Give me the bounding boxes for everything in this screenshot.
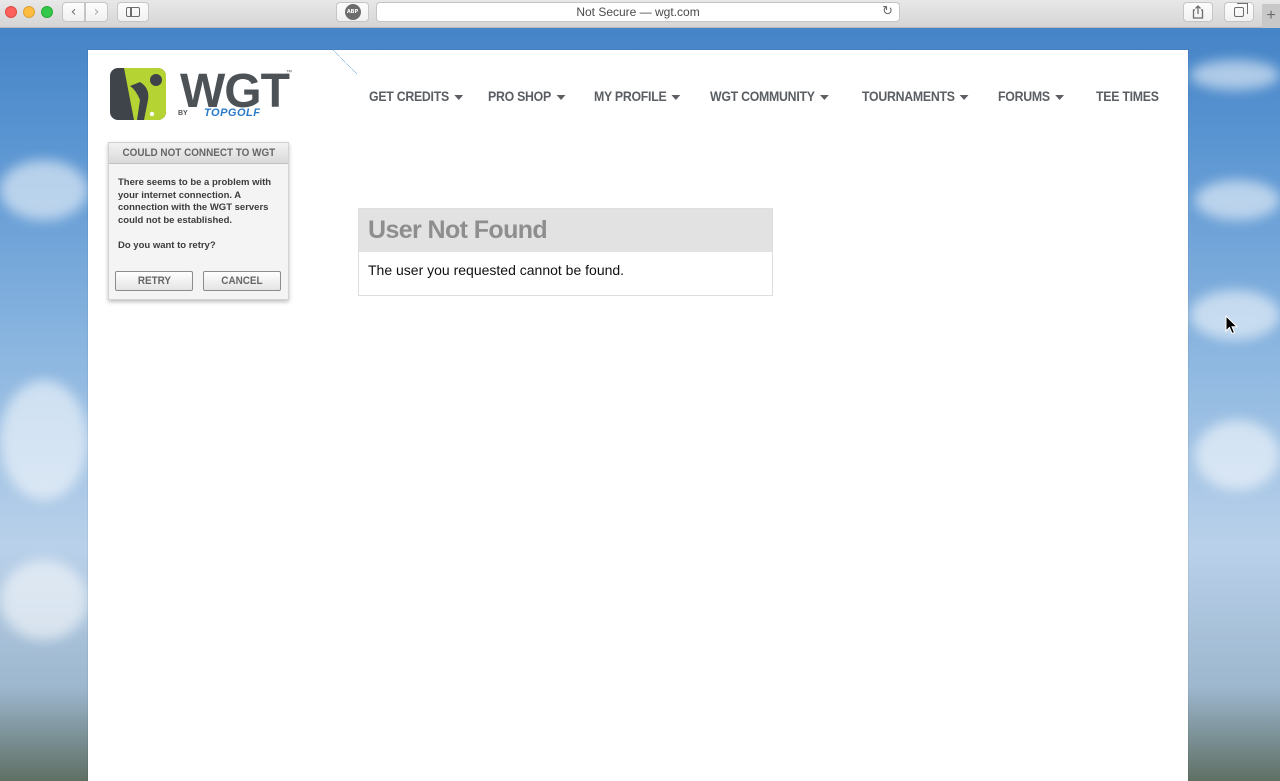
dialog-title: COULD NOT CONNECT TO WGT [122, 147, 275, 159]
tabs-icon [1234, 3, 1248, 17]
nav-forums[interactable]: FORUMS [998, 88, 1064, 104]
sidebar-toggle-button[interactable] [117, 2, 149, 22]
forward-button[interactable]: › [85, 2, 108, 22]
connection-error-dialog: COULD NOT CONNECT TO WGT There seems to … [108, 142, 289, 300]
logo-by-text: BY [178, 110, 188, 117]
nav-label: TEE TIMES [1096, 88, 1159, 104]
user-not-found-panel: User Not Found The user you requested ca… [358, 208, 773, 296]
nav-label: PRO SHOP [488, 88, 551, 104]
caret-down-icon [671, 94, 681, 100]
cloud [1195, 180, 1280, 220]
wgt-logo[interactable]: WGT ™ BY TOPGOLF [110, 65, 292, 122]
nav-tournaments[interactable]: TOURNAMENTS [862, 88, 969, 104]
logo-trademark: ™ [286, 70, 292, 76]
dialog-question: Do you want to retry? [118, 240, 216, 252]
retry-label: RETRY [137, 275, 171, 287]
dialog-body: There seems to be a problem with your in… [109, 164, 288, 253]
caret-down-icon [819, 94, 829, 100]
caret-down-icon [1055, 94, 1064, 100]
adblock-button[interactable]: ABP [336, 2, 369, 22]
share-button[interactable] [1183, 2, 1213, 22]
caret-down-icon [454, 94, 464, 100]
address-text: Not Secure — wgt.com [576, 5, 700, 19]
close-window-icon[interactable] [5, 6, 17, 18]
page-corner-fold-top [332, 50, 358, 74]
nav-label: GET CREDITS [369, 88, 449, 104]
back-button[interactable]: ‹ [62, 2, 85, 22]
caret-down-icon [959, 94, 969, 100]
nav-tee-times[interactable]: TEE TIMES [1096, 88, 1159, 104]
fullscreen-window-icon[interactable] [41, 6, 53, 18]
nav-label: MY PROFILE [594, 88, 667, 104]
plus-icon: + [1266, 7, 1276, 24]
logo-partner-text: TOPGOLF [204, 107, 261, 119]
dialog-header: COULD NOT CONNECT TO WGT [109, 143, 288, 164]
address-bar[interactable]: Not Secure — wgt.com ↻ [376, 2, 900, 22]
nav-get-credits[interactable]: GET CREDITS [369, 88, 464, 104]
nav-pro-shop[interactable]: PRO SHOP [488, 88, 566, 104]
panel-header: User Not Found [359, 209, 772, 252]
retry-button[interactable]: RETRY [115, 271, 193, 291]
caret-down-icon [556, 94, 566, 100]
nav-wgt-community[interactable]: WGT COMMUNITY [710, 88, 829, 104]
panel-title: User Not Found [368, 216, 548, 244]
nav-my-profile[interactable]: MY PROFILE [594, 88, 681, 104]
mouse-cursor-icon [1225, 315, 1239, 335]
adblock-icon: ABP [344, 4, 361, 20]
reload-icon[interactable]: ↻ [882, 4, 893, 19]
chevron-left-icon: ‹ [70, 4, 77, 20]
share-icon [1192, 5, 1204, 19]
show-tabs-button[interactable] [1224, 2, 1254, 22]
cancel-label: CANCEL [221, 275, 263, 287]
dialog-message: There seems to be a problem with your in… [118, 177, 272, 226]
cloud [0, 560, 88, 640]
new-tab-button[interactable]: + [1262, 4, 1280, 28]
minimize-window-icon[interactable] [23, 6, 35, 18]
panel-message: The user you requested cannot be found. [368, 262, 625, 278]
nav-label: TOURNAMENTS [862, 88, 955, 104]
cloud [0, 380, 88, 500]
nav-label: WGT COMMUNITY [710, 88, 815, 104]
nav-label: FORUMS [998, 88, 1050, 104]
cloud [1195, 420, 1280, 490]
cloud [0, 160, 88, 220]
cancel-button[interactable]: CANCEL [203, 271, 281, 291]
sidebar-icon [126, 7, 140, 17]
golfer-logo-icon [110, 68, 166, 120]
chevron-right-icon: › [93, 4, 100, 20]
cloud [1190, 60, 1280, 90]
browser-toolbar: ‹ › ABP Not Secure — wgt.com ↻ + [0, 0, 1280, 28]
